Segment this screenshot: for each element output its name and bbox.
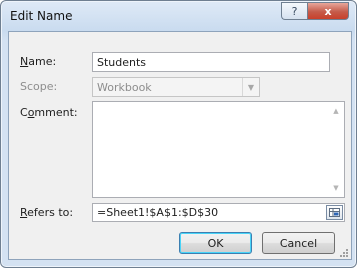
- scope-label: Scope:: [20, 80, 58, 93]
- comment-scrollbar[interactable]: ▲ ▼: [328, 102, 344, 197]
- title-bar-buttons: ? x: [281, 2, 349, 20]
- chevron-down-icon[interactable]: ▼: [242, 78, 259, 96]
- close-button[interactable]: x: [307, 2, 349, 20]
- comment-field[interactable]: ▲ ▼: [92, 101, 345, 198]
- resize-grip-icon[interactable]: [339, 248, 349, 258]
- ok-button[interactable]: OK: [179, 232, 252, 254]
- collapse-dialog-button[interactable]: [326, 205, 343, 220]
- cancel-button[interactable]: Cancel: [262, 232, 335, 254]
- scroll-up-icon[interactable]: ▲: [328, 104, 344, 118]
- help-button[interactable]: ?: [281, 2, 307, 20]
- dialog-title: Edit Name: [10, 9, 73, 23]
- refers-to-field[interactable]: =Sheet1!$A$1:$D$30: [92, 203, 345, 222]
- scroll-down-icon[interactable]: ▼: [328, 181, 344, 195]
- dialog-body: Name: Students Scope: Workbook ▼ Comment…: [8, 31, 352, 260]
- comment-label: Comment:: [20, 106, 78, 119]
- name-label: Name:: [20, 55, 57, 68]
- scope-select[interactable]: Workbook ▼: [92, 77, 260, 97]
- range-select-icon: [329, 208, 340, 217]
- edit-name-dialog: Edit Name ? x Name: Students Scope: Work…: [0, 0, 357, 268]
- scope-value: Workbook: [97, 81, 152, 94]
- name-field[interactable]: Students: [92, 52, 330, 72]
- refers-to-label: Refers to:: [20, 206, 74, 219]
- close-icon: x: [324, 4, 332, 18]
- help-icon: ?: [291, 4, 298, 18]
- refers-to-value: =Sheet1!$A$1:$D$30: [97, 206, 219, 219]
